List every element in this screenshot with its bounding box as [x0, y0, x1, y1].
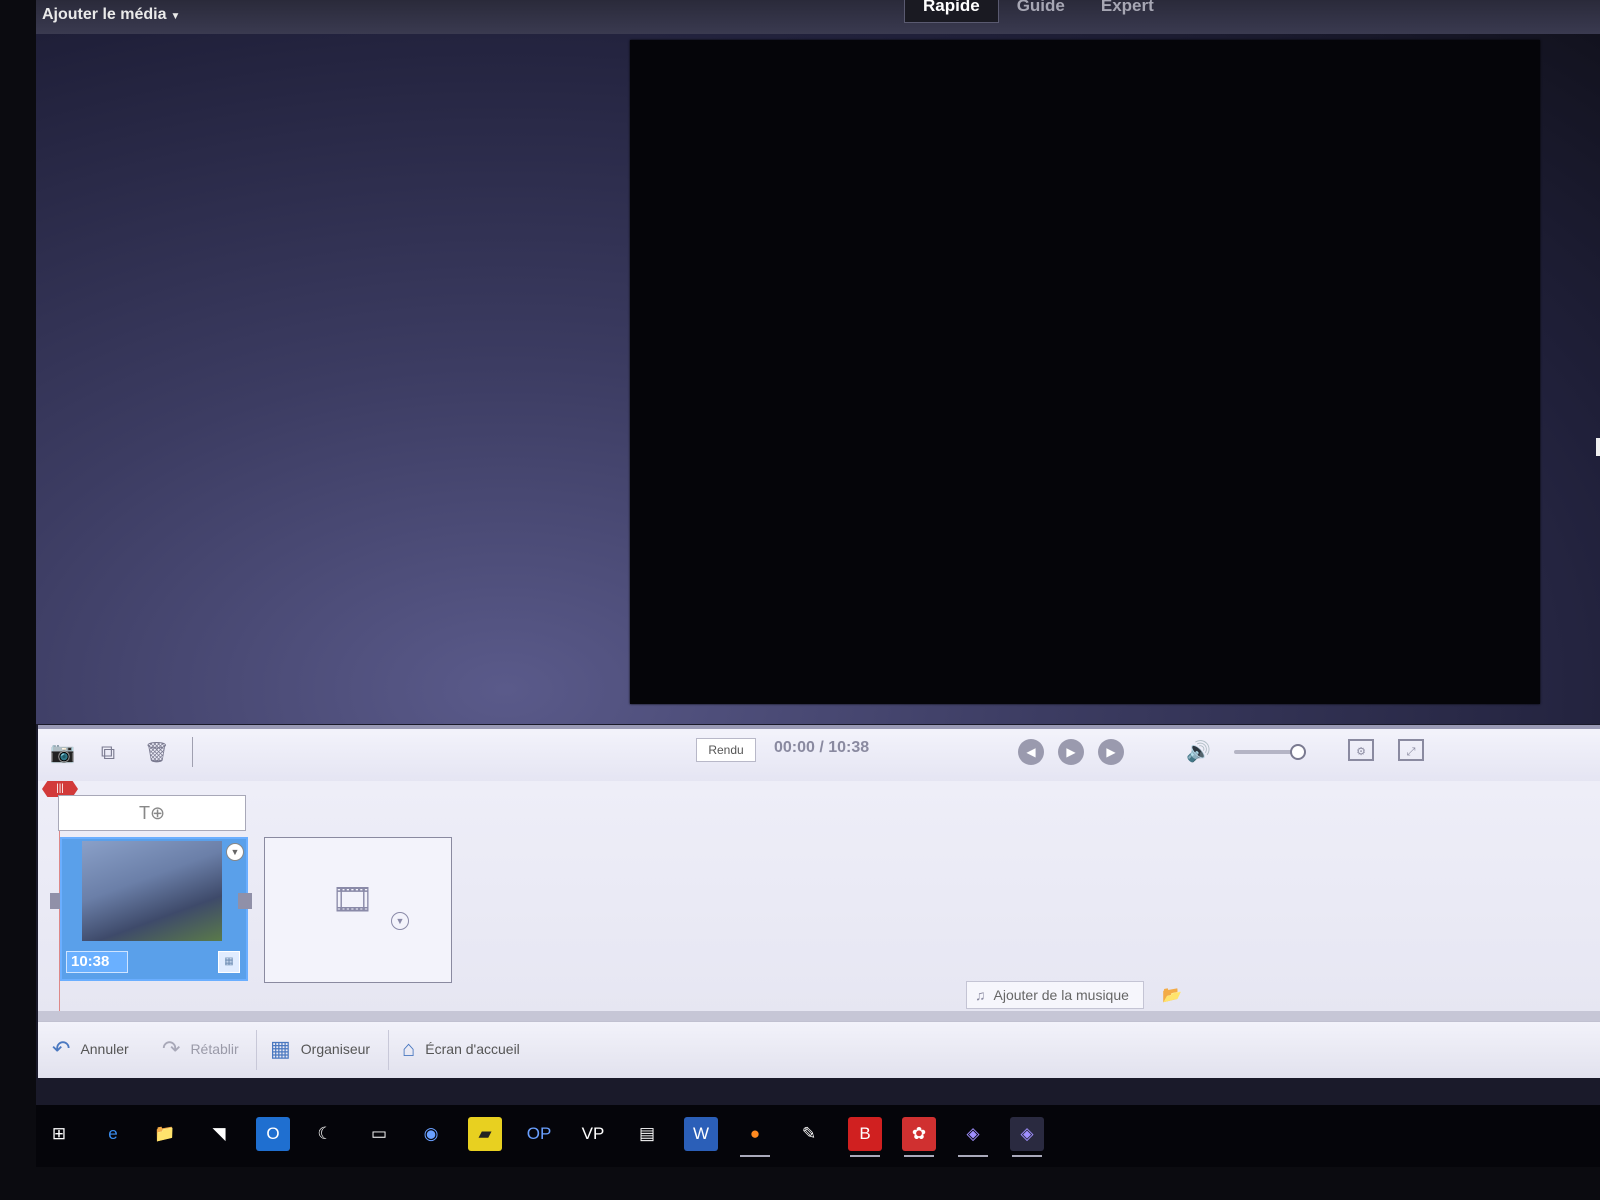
premiere-elements-icon[interactable]: ◈	[956, 1117, 990, 1157]
monitor-settings-icon[interactable]: ⚙	[1348, 739, 1374, 761]
home-button[interactable]: ⌂ Écran d'accueil	[402, 1036, 520, 1062]
fullscreen-icon[interactable]: ⤢	[1398, 739, 1424, 761]
volume-slider[interactable]	[1234, 744, 1306, 760]
add-media-menu[interactable]: Ajouter le média ▼	[42, 6, 180, 24]
action-divider	[388, 1030, 389, 1070]
add-title-slot[interactable]: T⊕	[58, 795, 246, 831]
clip-thumbnail	[82, 841, 222, 941]
clip-effects-icon[interactable]: ▦	[218, 951, 240, 973]
control-strip: 📷 ⧉ 🗑 Rendu 00:00 / 10:38 ◀ ▶ ▶ 🔊 ⚙ ⤢	[38, 725, 1600, 785]
app-vp-icon[interactable]: VP	[576, 1117, 610, 1151]
tab-rapide[interactable]: Rapide	[904, 0, 999, 23]
video-monitor[interactable]	[630, 40, 1540, 704]
clip-duration: 10:38	[66, 951, 128, 973]
organizer-button[interactable]: ▦ Organiseur	[270, 1036, 370, 1062]
add-media-label: Ajouter le média	[42, 6, 167, 23]
sticky-notes-icon[interactable]: ▰	[468, 1117, 502, 1151]
redo-button[interactable]: ↷ Rétablir	[162, 1036, 239, 1062]
tab-expert[interactable]: Expert	[1083, 0, 1172, 22]
edge-browser-icon[interactable]: e	[96, 1117, 130, 1151]
timeline: ||| T⊕ ▼ 10:38 ▦ 🎞 ▼ ♫ Ajouter de la musi…	[38, 781, 1600, 1021]
premiere-elements-editor-icon[interactable]: ◈	[1010, 1117, 1044, 1157]
tab-guide[interactable]: Guide	[999, 0, 1083, 22]
add-music-label: Ajouter de la musique	[993, 987, 1129, 1003]
app-b-icon[interactable]: B	[848, 1117, 882, 1157]
volume-icon[interactable]: 🔊	[1186, 739, 1211, 764]
clip-menu-chevron-icon[interactable]: ▼	[226, 843, 244, 861]
app-icon[interactable]: ◥	[202, 1117, 236, 1151]
toolbar-divider	[192, 737, 193, 767]
add-music-button[interactable]: ♫ Ajouter de la musique	[966, 981, 1144, 1009]
camera-settings-icon[interactable]: 📷	[50, 741, 75, 765]
file-explorer-icon[interactable]: 📁	[148, 1117, 182, 1151]
action-divider	[256, 1030, 257, 1070]
clip-trim-right-handle[interactable]	[238, 893, 252, 909]
os-taskbar: ⊞ e 📁 ◥ O ☾ ▭ ◉ ▰ OP VP ▤ W ● ✎ B ✿ ◈ ◈	[36, 1105, 1600, 1167]
preview-area	[36, 34, 1600, 724]
grid-icon: ▦	[270, 1036, 291, 1061]
volume-slider-knob[interactable]	[1290, 744, 1306, 760]
chevron-down-icon: ▼	[170, 11, 181, 22]
redo-label: Rétablir	[190, 1041, 239, 1057]
app-icon[interactable]: ◉	[414, 1117, 448, 1151]
previous-frame-icon[interactable]: ◀	[1018, 739, 1044, 765]
app-icon[interactable]: ☾	[308, 1117, 342, 1151]
next-frame-icon[interactable]: ▶	[1098, 739, 1124, 765]
organizer-label: Organiseur	[300, 1041, 371, 1057]
app-window: Ajouter le média ▼ Rapide Guide Expert 📷 …	[36, 0, 1600, 1105]
rotate-icon[interactable]: ⧉	[96, 741, 120, 765]
undo-icon: ↶	[52, 1036, 71, 1061]
app-op-icon[interactable]: OP	[522, 1117, 556, 1151]
top-bar: Ajouter le média ▼ Rapide Guide Expert	[36, 0, 1600, 34]
word-icon[interactable]: W	[684, 1117, 718, 1151]
outlook-icon[interactable]: O	[256, 1117, 290, 1151]
app-icon[interactable]: ▭	[362, 1117, 396, 1151]
app-icon[interactable]: ▤	[630, 1117, 664, 1151]
render-button[interactable]: Rendu	[696, 738, 756, 762]
play-icon[interactable]: ▶	[1058, 739, 1084, 765]
add-media-icon: 🎞	[331, 881, 375, 919]
bottom-action-bar: ↶ Annuler ↷ Rétablir ▦ Organiseur ⌂ Écran d'…	[38, 1021, 1600, 1078]
video-clip[interactable]: ▼ 10:38 ▦	[60, 837, 248, 981]
mouse-cursor	[1596, 438, 1600, 456]
redo-icon: ↷	[162, 1036, 181, 1061]
app-icon[interactable]: ✎	[792, 1117, 826, 1151]
folder-icon[interactable]: 📂	[1162, 985, 1182, 1005]
trash-icon[interactable]: 🗑	[144, 741, 169, 765]
home-icon: ⌂	[402, 1036, 416, 1061]
chevron-down-icon[interactable]: ▼	[391, 912, 409, 930]
home-label: Écran d'accueil	[425, 1041, 520, 1057]
windows-start-icon[interactable]: ⊞	[42, 1117, 76, 1151]
mode-tabs: Rapide Guide Expert	[904, 0, 1172, 23]
timecode: 00:00 / 10:38	[774, 739, 870, 756]
add-media-slot[interactable]: 🎞 ▼	[264, 837, 452, 983]
undo-label: Annuler	[80, 1041, 129, 1057]
app-icon[interactable]: ✿	[902, 1117, 936, 1157]
firefox-icon[interactable]: ●	[738, 1117, 772, 1157]
music-note-icon: ♫	[975, 987, 986, 1003]
timeline-scrollbar[interactable]	[38, 1011, 1600, 1021]
undo-button[interactable]: ↶ Annuler	[52, 1036, 129, 1062]
